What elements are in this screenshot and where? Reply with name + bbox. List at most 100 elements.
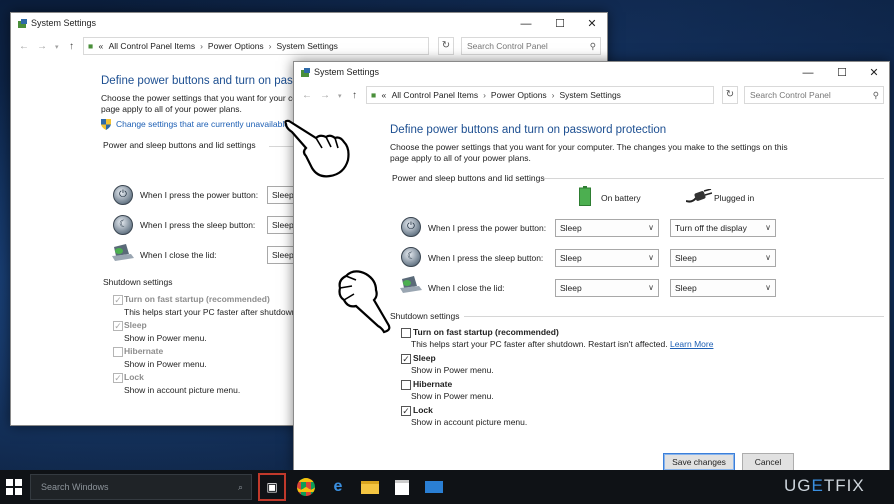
recent-chevron-icon[interactable]: ▾ [55, 43, 59, 51]
power-button-battery-select[interactable]: Sleep ∨ [555, 219, 659, 237]
sleep-button-battery-select[interactable]: Sleep ∨ [555, 249, 659, 267]
store-taskbar-button[interactable] [388, 473, 416, 501]
breadcrumb-separator-icon: › [268, 41, 272, 51]
select-value: Sleep [675, 283, 697, 293]
learn-more-link[interactable]: Learn More [670, 339, 713, 349]
task-view-icon: ▣ [266, 480, 278, 494]
sleep-button-plugged-select[interactable]: Sleep ∨ [670, 249, 776, 267]
lid-close-plugged-select[interactable]: Sleep ∨ [670, 279, 776, 297]
search-input[interactable]: Search Control Panel ⚲ [744, 86, 884, 104]
row-label: When I close the lid: [140, 250, 217, 260]
breadcrumb-item[interactable]: Power Options [491, 90, 547, 100]
start-button[interactable] [6, 479, 22, 495]
refresh-icon[interactable]: ↻ [438, 37, 454, 55]
up-arrow-icon[interactable]: ↑ [69, 41, 74, 52]
select-value: Sleep [560, 253, 582, 263]
breadcrumb-separator-icon: › [551, 90, 555, 100]
pointing-hand-icon [338, 270, 391, 334]
address-icon: ■ [88, 41, 94, 51]
row-label: When I press the power button: [140, 190, 259, 200]
power-button-plugged-select[interactable]: Turn off the display ∨ [670, 219, 776, 237]
forward-arrow-icon[interactable]: → [37, 41, 47, 52]
taskbar-search-input[interactable]: Search Windows ⌕ [30, 474, 252, 500]
description-line: page apply to all of your power plans. [101, 104, 242, 114]
file-explorer-taskbar-button[interactable] [356, 473, 384, 501]
section-divider [464, 316, 884, 317]
chevron-down-icon: ∨ [765, 283, 771, 292]
search-icon: ⚲ [872, 90, 879, 100]
breadcrumb-item[interactable]: Power Options [208, 41, 264, 51]
row-label: When I press the sleep button: [428, 253, 544, 263]
front-titlebar: System Settings — ☐ ✕ [294, 62, 889, 84]
breadcrumb-item[interactable]: System Settings [560, 90, 621, 100]
minimize-button[interactable]: — [509, 13, 543, 35]
select-value: Sleep [560, 283, 582, 293]
back-arrow-icon[interactable]: ← [19, 41, 29, 52]
breadcrumb-item[interactable]: All Control Panel Items [109, 41, 195, 51]
select-value: Sleep [272, 250, 294, 260]
microphone-icon[interactable]: ⌕ [238, 475, 243, 499]
hibernate-checkbox[interactable] [113, 347, 123, 357]
task-view-button[interactable]: ▣ [258, 473, 286, 501]
option-label: Turn on fast startup (recommended) [124, 294, 270, 304]
mail-taskbar-button[interactable] [420, 473, 448, 501]
shutdown-section-label: Shutdown settings [390, 311, 460, 321]
option-description: This helps start your PC faster after sh… [411, 339, 713, 349]
lid-close-battery-select[interactable]: Sleep ∨ [555, 279, 659, 297]
fast-startup-checkbox[interactable] [401, 328, 411, 338]
breadcrumb-item[interactable]: System Settings [277, 41, 338, 51]
option-description: Show in Power menu. [411, 365, 494, 375]
recent-chevron-icon[interactable]: ▾ [338, 92, 342, 100]
minimize-button[interactable]: — [791, 62, 825, 84]
chevron-down-icon: ∨ [765, 223, 771, 232]
lock-checkbox[interactable]: ✓ [401, 406, 411, 416]
search-placeholder: Search Control Panel [750, 90, 831, 100]
option-description: Show in Power menu. [124, 333, 207, 343]
cancel-button[interactable]: Cancel [742, 453, 794, 471]
edge-taskbar-button[interactable]: e [324, 473, 352, 501]
address-bar[interactable]: ■ « All Control Panel Items › Power Option… [83, 37, 429, 55]
option-label: Sleep [124, 320, 147, 330]
close-button[interactable]: ✕ [857, 62, 889, 84]
sleep-button-icon: ☾ [401, 247, 421, 267]
save-changes-button[interactable]: Save changes [663, 453, 735, 471]
address-bar[interactable]: ■ « All Control Panel Items › Power Option… [366, 86, 714, 104]
select-value: Sleep [560, 223, 582, 233]
search-input[interactable]: Search Control Panel ⚲ [461, 37, 601, 55]
power-button-icon: ⏻ [401, 217, 421, 237]
shield-icon [101, 119, 111, 130]
sleep-checkbox[interactable]: ✓ [113, 321, 123, 331]
checkmark-icon: ✓ [402, 354, 410, 364]
back-address-row: ← → ▾ ↑ ■ « All Control Panel Items › Powe… [11, 35, 607, 59]
breadcrumb-item[interactable]: All Control Panel Items [392, 90, 478, 100]
sleep-checkbox[interactable]: ✓ [401, 354, 411, 364]
select-value: Turn off the display [675, 223, 747, 233]
chrome-taskbar-button[interactable] [292, 473, 320, 501]
taskbar-search-placeholder: Search Windows [41, 482, 109, 492]
refresh-icon[interactable]: ↻ [722, 86, 738, 104]
close-button[interactable]: ✕ [575, 13, 607, 35]
option-label: Turn on fast startup (recommended) [413, 327, 559, 337]
front-address-row: ← → ▾ ↑ ■ « All Control Panel Items › Powe… [294, 84, 889, 108]
breadcrumb-prefix: « [381, 90, 387, 100]
checkmark-icon: ✓ [402, 406, 410, 416]
maximize-button[interactable]: ☐ [825, 62, 859, 84]
chevron-down-icon: ∨ [765, 253, 771, 262]
back-arrow-icon[interactable]: ← [302, 90, 312, 101]
lock-checkbox[interactable]: ✓ [113, 373, 123, 383]
hibernate-checkbox[interactable] [401, 380, 411, 390]
power-options-icon [301, 68, 310, 77]
page-title: Define power buttons and turn on passw [101, 75, 307, 87]
power-plug-icon [686, 189, 712, 203]
option-description: This helps start your PC faster after sh… [124, 307, 299, 317]
on-battery-column-header: On battery [601, 193, 641, 203]
option-description: Show in account picture menu. [124, 385, 241, 395]
edge-icon: e [333, 478, 343, 495]
maximize-button[interactable]: ☐ [543, 13, 577, 35]
select-value: Sleep [675, 253, 697, 263]
forward-arrow-icon[interactable]: → [320, 90, 330, 101]
up-arrow-icon[interactable]: ↑ [352, 90, 357, 101]
store-bag-icon [395, 479, 409, 495]
fast-startup-checkbox[interactable]: ✓ [113, 295, 123, 305]
change-settings-link[interactable]: Change settings that are currently unava… [116, 119, 289, 129]
